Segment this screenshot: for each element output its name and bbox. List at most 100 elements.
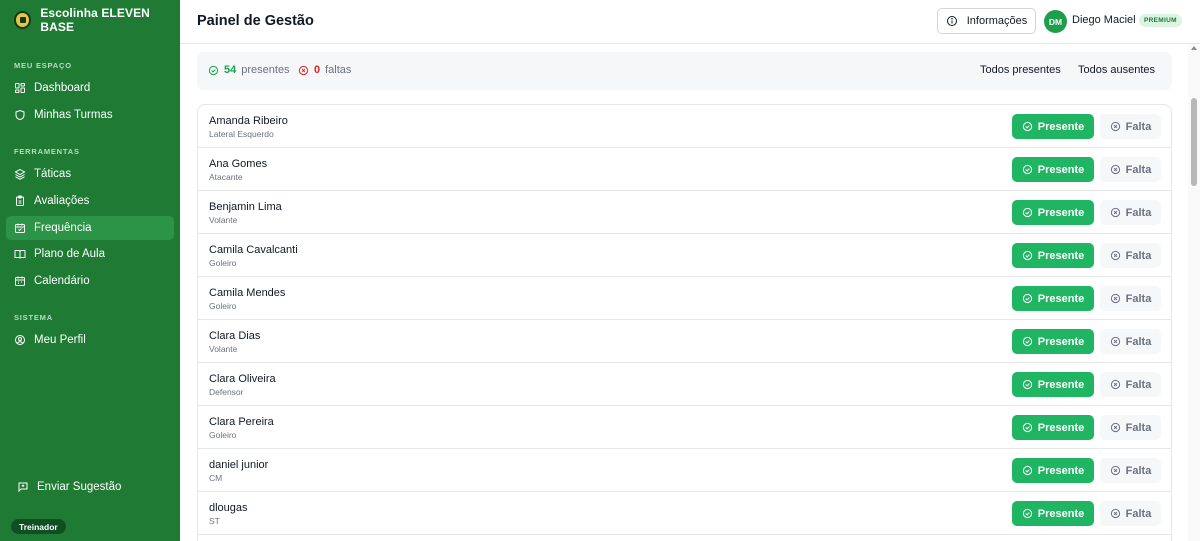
absent-button-label: Falta [1125,206,1152,219]
present-button[interactable]: Presente [1012,415,1094,440]
absent-button[interactable]: Falta [1100,114,1161,139]
present-label: presentes [241,64,290,76]
absent-button[interactable]: Falta [1100,458,1161,483]
student-name: Camila Mendes [209,287,286,299]
x-circle-icon [1110,465,1120,476]
shield-icon [15,109,25,121]
sidebar-item-dashboard[interactable]: Dashboard [6,76,174,100]
student-position: Lateral Esquerdo [209,129,274,139]
student-name: Clara Oliveira [209,373,276,385]
dashboard-icon [15,83,25,93]
sidebar-item-frequencia[interactable]: Frequência [6,216,174,240]
absent-button-label: Falta [1125,120,1152,133]
absent-button[interactable]: Falta [1100,501,1161,526]
sidebar-item-label: Meu Perfil [34,334,86,346]
student-position: CM [209,473,223,483]
present-button[interactable]: Presente [1012,114,1094,139]
x-circle-icon [1110,164,1120,175]
sidebar-item-label: Avaliações [34,195,90,207]
sidebar-item-meu-perfil[interactable]: Meu Perfil [6,328,174,352]
student-name: Clara Pereira [209,416,274,428]
table-row: dlougas ST Presente Falta [198,492,1171,535]
absent-button[interactable]: Falta [1100,243,1161,268]
absent-button[interactable]: Falta [1100,372,1161,397]
x-circle-icon [298,65,309,75]
scroll-thumb[interactable] [1191,98,1197,186]
sidebar-item-label: Minhas Turmas [34,109,113,121]
sidebar-item-plano-de-aula[interactable]: Plano de Aula [6,242,174,266]
check-circle-icon [1022,293,1032,304]
absent-button-label: Falta [1125,421,1152,434]
student-name: Benjamin Lima [209,201,282,213]
absent-button[interactable]: Falta [1100,329,1161,354]
x-circle-icon [1110,336,1120,347]
page-title: Painel de Gestão [197,13,314,29]
student-name: daniel junior [209,459,269,471]
present-button-label: Presente [1037,335,1085,348]
absent-button[interactable]: Falta [1100,157,1161,182]
present-button[interactable]: Presente [1012,501,1094,526]
mark-all-absent-button[interactable]: Todos ausentes [1078,64,1155,76]
x-circle-icon [1110,379,1120,390]
club-crest-logo [14,11,32,29]
user-name[interactable]: Diego Maciel [1072,14,1136,26]
x-circle-icon [1110,121,1120,132]
table-row: Clara Oliveira Defensor Presente Falta [198,363,1171,406]
mark-all-present-button[interactable]: Todos presentes [980,64,1061,76]
student-name: Ana Gomes [209,158,268,170]
plan-badge: PREMIUM [1139,14,1182,27]
check-circle-icon [1022,508,1032,519]
present-button[interactable]: Presente [1012,329,1094,354]
student-name: dlougas [209,502,248,514]
present-button-label: Presente [1037,206,1085,219]
check-circle-icon [1022,207,1032,218]
check-circle-icon [1022,422,1032,433]
table-row: Clara Dias Volante Presente Falta [198,320,1171,363]
sidebar-item-taticas[interactable]: Táticas [6,162,174,186]
table-row: Ana Gomes Atacante Presente Falta [198,148,1171,191]
scrollbar[interactable] [1188,44,1200,541]
present-button[interactable]: Presente [1012,458,1094,483]
absent-button[interactable]: Falta [1100,286,1161,311]
section-title-ferramentas: Ferramentas [14,147,80,156]
check-circle-icon [1022,164,1032,175]
x-circle-icon [1110,293,1120,304]
present-button[interactable]: Presente [1012,157,1094,182]
clipboard-icon [16,195,24,206]
present-button[interactable]: Presente [1012,243,1094,268]
absent-summary: 0 faltas [298,64,351,76]
absent-button-label: Falta [1125,163,1152,176]
calendar-icon [15,276,25,286]
table-row: Clara Pereira Goleiro Presente Falta [198,406,1171,449]
sidebar-item-label: Calendário [34,275,90,287]
scroll-up-arrow[interactable] [1191,46,1197,50]
absent-button[interactable]: Falta [1100,200,1161,225]
info-icon [946,16,957,26]
student-position: Volante [209,215,238,225]
present-button[interactable]: Presente [1012,286,1094,311]
table-row: Camila Mendes Goleiro Presente Falta [198,277,1171,320]
sidebar-item-minhas-turmas[interactable]: Minhas Turmas [6,103,174,127]
absent-button[interactable]: Falta [1100,415,1161,440]
user-circle-icon [15,335,25,345]
layers-icon [14,168,26,180]
x-circle-icon [1110,250,1120,261]
present-button[interactable]: Presente [1012,200,1094,225]
sidebar-item-label: Dashboard [34,82,91,94]
x-circle-icon [1110,207,1120,218]
suggestion-link[interactable]: Enviar Sugestão [9,475,177,499]
student-position: Goleiro [209,301,237,311]
present-button-label: Presente [1037,120,1085,133]
absent-button-label: Falta [1125,378,1152,391]
brand[interactable]: Escolinha ELEVEN BASE [0,0,180,40]
avatar[interactable]: DM [1044,10,1067,33]
info-button[interactable]: Informações [937,8,1036,34]
present-button-label: Presente [1037,292,1085,305]
present-button[interactable]: Presente [1012,372,1094,397]
sidebar-item-avaliacoes[interactable]: Avaliações [6,189,174,213]
sidebar-item-calendario[interactable]: Calendário [6,269,174,293]
check-circle-icon [1022,379,1032,390]
present-count: 54 [224,64,237,76]
sidebar-item-label: Táticas [34,168,72,180]
absent-button-label: Falta [1125,292,1152,305]
